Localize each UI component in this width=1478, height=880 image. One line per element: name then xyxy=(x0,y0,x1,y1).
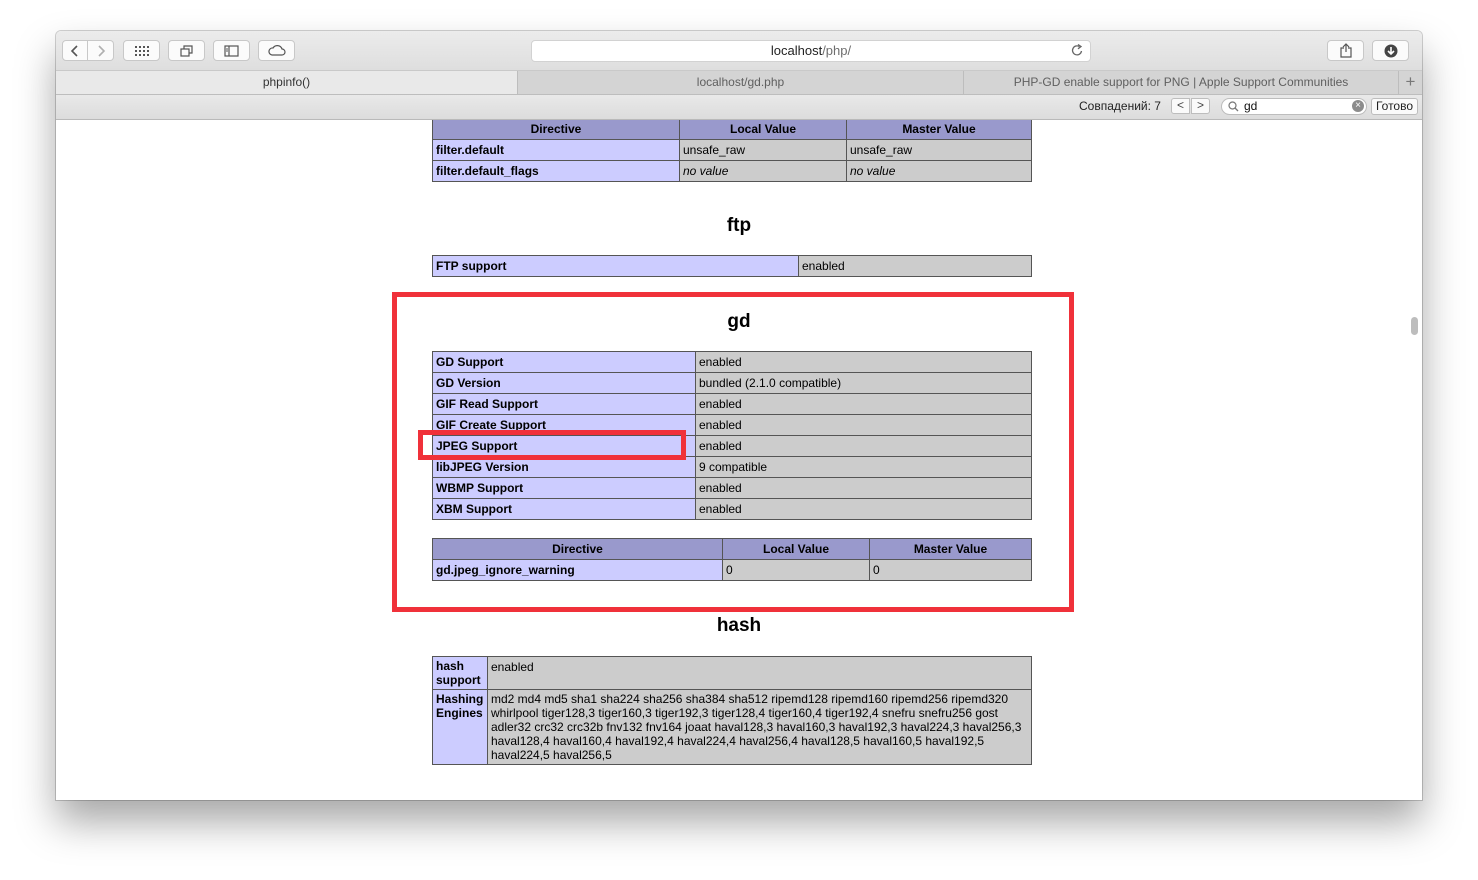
master-value-header: Master Value xyxy=(846,120,1032,140)
hash-support-label: hash support xyxy=(432,656,488,690)
table-header-row: Directive Local Value Master Value xyxy=(432,120,1032,140)
engines-line: adler32 crc32 crc32b fnv132 fnv164 joaat… xyxy=(491,720,1022,734)
find-done-button[interactable]: Готово xyxy=(1371,98,1418,115)
share-icon xyxy=(1339,43,1352,58)
hashing-engines-label: Hashing Engines xyxy=(432,689,488,765)
share-button[interactable] xyxy=(1327,40,1364,61)
clear-icon[interactable]: × xyxy=(1352,100,1364,112)
browser-window: localhost/php/ phpinfo() localhost/gd.ph… xyxy=(56,31,1422,800)
find-query: gd xyxy=(1244,99,1258,113)
directive-name: filter.default_flags xyxy=(432,160,680,182)
ftp-table: FTP support enabled xyxy=(432,255,1032,277)
address-bar[interactable]: localhost/php/ xyxy=(531,40,1091,62)
tab-apple-support[interactable]: PHP-GD enable support for PNG | Apple Su… xyxy=(963,71,1398,94)
engines-line: haval224,5 haval256,5 xyxy=(491,748,612,762)
top-sites-button[interactable] xyxy=(123,40,160,61)
icloud-tabs-button[interactable] xyxy=(258,40,295,61)
directive-header: Directive xyxy=(432,120,680,140)
find-match-count: Совпадений: 7 xyxy=(1079,99,1161,113)
tab-gd-php[interactable]: localhost/gd.php xyxy=(517,71,963,94)
table-row: filter.default_flags no value no value xyxy=(432,160,1032,182)
show-tabs-button[interactable] xyxy=(168,40,205,61)
hashing-engines-label-line: Hashing xyxy=(436,692,484,706)
search-icon xyxy=(1228,101,1239,112)
directive-name: filter.default xyxy=(432,139,680,161)
find-input[interactable]: gd × xyxy=(1221,98,1367,115)
find-previous-button[interactable]: < xyxy=(1171,98,1190,114)
engines-line: whirlpool tiger128,3 tiger160,3 tiger192… xyxy=(491,706,999,720)
hash-support-value: enabled xyxy=(487,656,1032,690)
page-content: Directive Local Value Master Value filte… xyxy=(56,120,1422,800)
new-tab-button[interactable]: + xyxy=(1398,71,1422,94)
downloads-button[interactable] xyxy=(1372,40,1409,61)
jpeg-support-highlight xyxy=(418,430,686,460)
back-button[interactable] xyxy=(62,40,88,61)
local-value: no value xyxy=(679,160,847,182)
hash-support-label-line: hash xyxy=(436,659,465,673)
engines-line: md2 md4 md5 sha1 sha224 sha256 sha384 sh… xyxy=(491,692,1009,706)
reload-icon[interactable] xyxy=(1071,44,1084,57)
table-row: Hashing Engines md2 md4 md5 sha1 sha224 … xyxy=(432,689,1032,765)
hash-table: hash support enabled Hashing Engines md2… xyxy=(432,656,1032,765)
scrollbar-thumb[interactable] xyxy=(1411,317,1418,335)
back-icon xyxy=(70,44,78,57)
tab-bar: phpinfo() localhost/gd.php PHP-GD enable… xyxy=(56,71,1422,95)
grid-icon xyxy=(134,45,149,56)
forward-button[interactable] xyxy=(88,40,114,61)
hash-support-label-line: support xyxy=(436,673,481,687)
cloud-icon xyxy=(267,45,286,56)
find-bar: Совпадений: 7 < > gd × Готово xyxy=(56,95,1422,120)
download-icon xyxy=(1384,44,1397,57)
table-row: filter.default unsafe_raw unsafe_raw xyxy=(432,139,1032,161)
table-row: FTP support enabled xyxy=(432,255,1032,277)
url-host: localhost xyxy=(770,43,823,58)
ftp-support-value: enabled xyxy=(798,255,1032,277)
engines-line: haval128,4 haval160,4 haval192,4 haval22… xyxy=(491,734,985,748)
tab-phpinfo[interactable]: phpinfo() xyxy=(56,71,517,94)
filter-directives-table: Directive Local Value Master Value filte… xyxy=(432,120,1032,182)
forward-icon xyxy=(97,44,105,57)
section-title-hash: hash xyxy=(716,615,762,636)
table-row: hash support enabled xyxy=(432,656,1032,690)
find-next-button[interactable]: > xyxy=(1191,98,1210,114)
ftp-support-label: FTP support xyxy=(432,255,799,277)
url-path: /php/ xyxy=(822,43,852,58)
master-value: no value xyxy=(846,160,1032,182)
section-title-ftp: ftp xyxy=(726,215,752,236)
browser-toolbar: localhost/php/ xyxy=(56,31,1422,71)
hashing-engines-label-line: Engines xyxy=(436,706,483,720)
sidebar-icon xyxy=(224,44,239,57)
hashing-engines-value: md2 md4 md5 sha1 sha224 sha256 sha384 sh… xyxy=(487,689,1032,765)
master-value: unsafe_raw xyxy=(846,139,1032,161)
sidebar-button[interactable] xyxy=(213,40,250,61)
local-value-header: Local Value xyxy=(679,120,847,140)
local-value: unsafe_raw xyxy=(679,139,847,161)
tabs-icon xyxy=(180,44,193,57)
